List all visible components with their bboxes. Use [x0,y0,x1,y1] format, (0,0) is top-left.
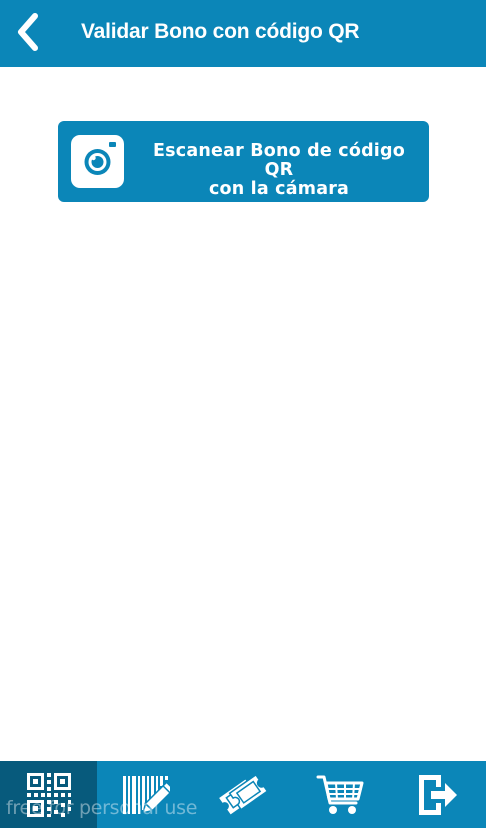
tab-barcode-manual[interactable] [97,761,194,828]
bottom-tab-bar [0,761,486,828]
chevron-left-icon [18,13,38,51]
qr-code-icon [26,772,71,817]
tab-tickets[interactable] [194,761,291,828]
tickets-icon [219,773,268,814]
scan-button-label: Escanear Bono de código QR con la cámara [138,142,420,199]
back-button[interactable] [10,10,46,54]
scan-qr-camera-button[interactable]: Escanear Bono de código QR con la cámara [58,121,429,202]
camera-icon [71,135,124,188]
app-header: Validar Bono con código QR [0,0,486,67]
scan-label-line2: con la cámara [208,179,350,199]
tab-cart[interactable] [292,761,389,828]
tab-logout[interactable] [389,761,486,828]
page-title: Validar Bono con código QR [81,20,360,43]
barcode-edit-icon [122,775,170,814]
tab-qr[interactable] [0,761,98,828]
scan-label-line1: Escanear Bono de código QR [153,141,405,180]
shopping-cart-icon [316,775,364,814]
logout-icon [419,774,458,815]
